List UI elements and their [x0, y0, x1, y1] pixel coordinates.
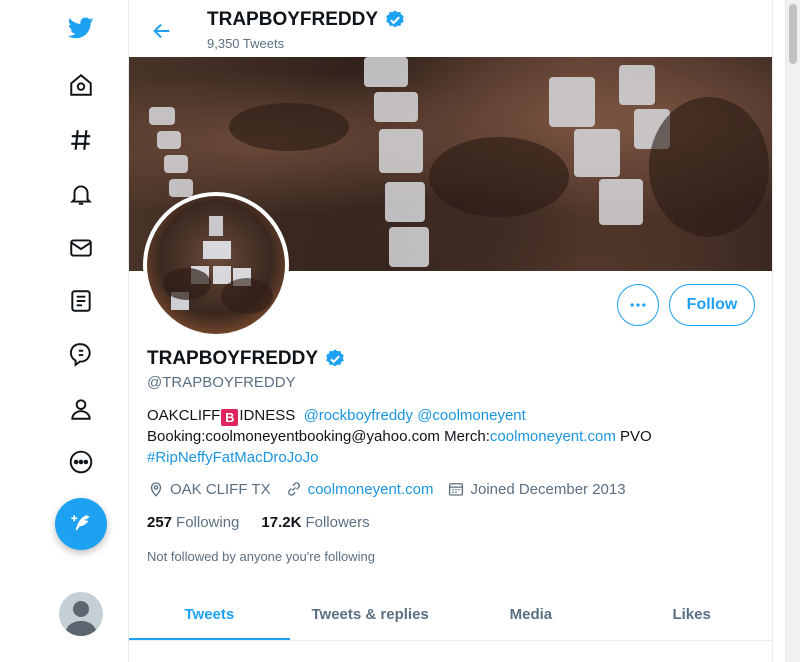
header-name: TRAPBOYFREDDY: [207, 9, 406, 31]
sidebar-nav: [0, 0, 128, 662]
lists-icon[interactable]: [62, 335, 100, 373]
tab-tweets[interactable]: Tweets: [129, 588, 290, 640]
arrow-left-icon: [153, 23, 170, 39]
joined-date: Joined December 2013: [447, 480, 626, 498]
profile-meta: OAK CLIFF TX coolmoneyent.com Joined Dec…: [147, 480, 640, 498]
more-options-icon[interactable]: [62, 443, 100, 481]
home-icon[interactable]: [62, 66, 100, 104]
location: OAK CLIFF TX: [147, 480, 271, 498]
follow-stats: 257 Following 17.2K Followers: [147, 514, 370, 531]
b-emoji-badge: B: [221, 409, 239, 426]
profile-icon[interactable]: [62, 390, 100, 428]
list-bookmarks-icon[interactable]: [62, 282, 100, 320]
profile-name-text: TRAPBOYFREDDY: [147, 348, 319, 369]
following-stat[interactable]: 257 Following: [147, 514, 239, 531]
mail-messages-icon[interactable]: [62, 229, 100, 267]
bio-line-2: Booking:coolmoneyentbooking@yahoo.com Me…: [147, 428, 652, 445]
profile-header: TRAPBOYFREDDY 9,350 Tweets: [129, 0, 772, 57]
verified-badge-icon: [326, 349, 344, 367]
profile-tabs: Tweets Tweets & replies Media Likes: [129, 588, 772, 641]
tweet-count: 9,350 Tweets: [207, 36, 285, 51]
bio-line-3: #RipNeffyFatMacDroJoJo: [147, 447, 747, 468]
page-scrollbar[interactable]: [785, 0, 800, 662]
link-icon: [287, 482, 300, 496]
bio-line-1: OAKCLIFF B IDNESS @rockboyfreddy @coolmone…: [147, 407, 526, 426]
profile-column: TRAPBOYFREDDY 9,350 Tweets Follow TRAPBO…: [128, 0, 773, 662]
not-followed-notice: Not followed by anyone you're following: [147, 549, 375, 564]
profile-avatar[interactable]: [143, 192, 289, 338]
calendar-icon: [449, 483, 464, 496]
more-actions-button[interactable]: [617, 284, 659, 326]
profile-handle: @TRAPBOYFREDDY: [147, 374, 296, 391]
hashtag-explore-icon[interactable]: [62, 121, 100, 159]
website: coolmoneyent.com: [285, 480, 434, 498]
profile-name: TRAPBOYFREDDY: [147, 348, 346, 370]
location-pin-icon: [150, 482, 162, 497]
hashtag-link[interactable]: #RipNeffyFatMacDroJoJo: [147, 449, 318, 466]
twitter-logo-icon[interactable]: [62, 9, 100, 47]
account-avatar[interactable]: [59, 592, 103, 636]
mention-link[interactable]: @coolmoneyent: [417, 407, 526, 424]
tab-media[interactable]: Media: [451, 588, 612, 640]
profile-bio: OAKCLIFF B IDNESS @rockboyfreddy @coolmone…: [147, 405, 747, 468]
ellipsis-icon: [630, 303, 646, 307]
mention-link[interactable]: @rockboyfreddy: [304, 407, 413, 424]
merch-link[interactable]: coolmoneyent.com: [490, 428, 616, 445]
scrollbar-thumb[interactable]: [789, 4, 797, 64]
follow-button[interactable]: Follow: [669, 284, 755, 326]
header-name-text: TRAPBOYFREDDY: [207, 9, 379, 30]
feather-compose-icon: [71, 514, 90, 531]
compose-tweet-button[interactable]: [55, 498, 107, 550]
tab-likes[interactable]: Likes: [611, 588, 772, 640]
followers-stat[interactable]: 17.2K Followers: [261, 514, 369, 531]
bell-notifications-icon[interactable]: [62, 175, 100, 213]
verified-badge-icon: [386, 10, 404, 28]
tab-tweets-replies[interactable]: Tweets & replies: [290, 588, 451, 640]
website-link[interactable]: coolmoneyent.com: [308, 481, 434, 498]
back-button[interactable]: [145, 14, 179, 48]
